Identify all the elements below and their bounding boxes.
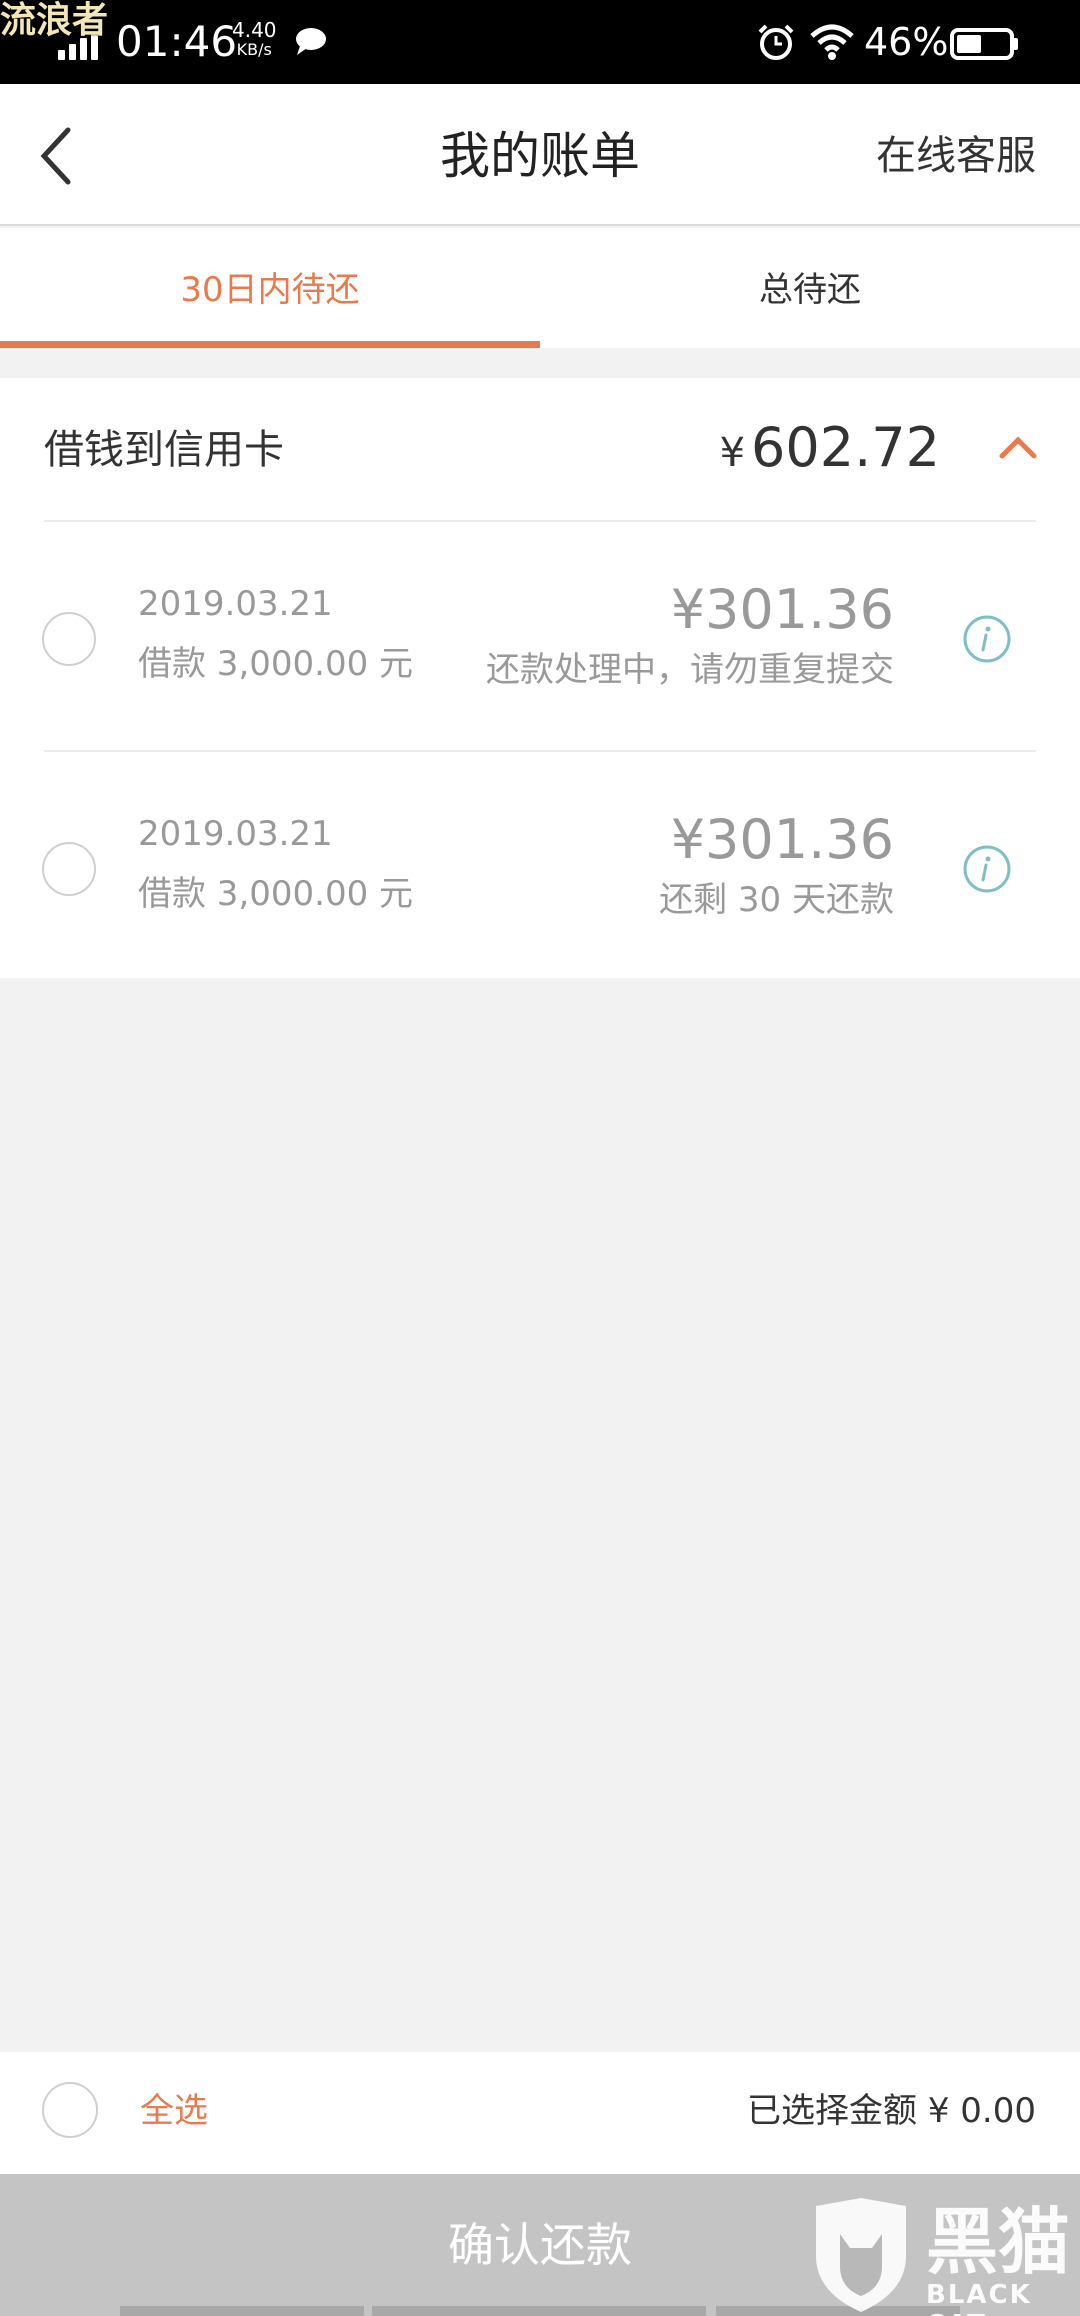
info-icon[interactable] bbox=[962, 614, 1012, 664]
status-bar: 流浪者 01:46 4.40 KB/s 46% bbox=[0, 0, 1080, 84]
chevron-up-icon[interactable] bbox=[996, 432, 1040, 462]
black-cat-shield-icon bbox=[816, 2198, 906, 2312]
tab-bar: 30日内待还 总待还 bbox=[0, 228, 1080, 348]
bill-loan-amount: 借款 3,000.00 元 bbox=[138, 874, 414, 914]
bill-group-total-value: 602.72 bbox=[751, 416, 940, 479]
online-service-link[interactable]: 在线客服 bbox=[876, 128, 1036, 184]
bill-date: 2019.03.21 bbox=[138, 814, 333, 854]
bill-group-title: 借钱到信用卡 bbox=[44, 427, 284, 473]
bill-row[interactable]: 2019.03.21 借款 3,000.00 元 ¥301.36 还剩 30 天… bbox=[0, 752, 1080, 980]
bill-amount: ¥301.36 bbox=[670, 578, 894, 641]
watermark-text: 流浪者 bbox=[0, 0, 109, 41]
bill-date: 2019.03.21 bbox=[138, 584, 333, 624]
black-cat-logo-text: 黑猫 bbox=[926, 2200, 1071, 2284]
info-icon[interactable] bbox=[962, 844, 1012, 894]
bill-select-radio[interactable] bbox=[42, 842, 96, 896]
wifi-icon bbox=[810, 24, 854, 60]
bill-select-radio[interactable] bbox=[42, 612, 96, 666]
network-speed: 4.40 KB/s bbox=[232, 20, 277, 60]
selected-amount: 已选择金额 ¥ 0.00 bbox=[747, 2091, 1036, 2131]
bill-group-total: ¥602.72 bbox=[720, 414, 940, 487]
bill-group: 借钱到信用卡 ¥602.72 2019.03.21 借款 3,000.00 元 … bbox=[0, 378, 1080, 978]
battery-icon bbox=[950, 28, 1018, 60]
black-cat-watermark: 黑猫 BLACK CAT bbox=[806, 2196, 1080, 2316]
chat-bubble-icon bbox=[296, 28, 326, 55]
alarm-icon bbox=[758, 24, 794, 60]
tab-total[interactable]: 总待还 bbox=[540, 228, 1080, 348]
bill-status: 还剩 30 天还款 bbox=[659, 880, 894, 920]
bill-loan-amount: 借款 3,000.00 元 bbox=[138, 644, 414, 684]
battery-percent: 46% bbox=[864, 20, 949, 64]
status-time: 01:46 bbox=[116, 17, 238, 66]
nav-strip bbox=[372, 2306, 706, 2316]
app-header: 我的账单 在线客服 bbox=[0, 84, 1080, 226]
active-tab-indicator bbox=[0, 341, 540, 348]
bill-group-header[interactable]: 借钱到信用卡 ¥602.72 bbox=[0, 378, 1080, 520]
select-all-label[interactable]: 全选 bbox=[140, 2086, 208, 2136]
select-all-radio[interactable] bbox=[42, 2082, 98, 2138]
select-bar: 全选 已选择金额 ¥ 0.00 bbox=[0, 2052, 1080, 2174]
nav-strip bbox=[120, 2306, 364, 2316]
bill-row[interactable]: 2019.03.21 借款 3,000.00 元 ¥301.36 还款处理中，请… bbox=[0, 522, 1080, 750]
network-speed-unit: KB/s bbox=[236, 40, 272, 59]
tab-30-days[interactable]: 30日内待还 bbox=[0, 228, 540, 348]
currency-symbol: ¥ bbox=[719, 430, 746, 476]
bill-amount: ¥301.36 bbox=[670, 808, 894, 871]
black-cat-logo-subtext: BLACK CAT bbox=[926, 2280, 1032, 2316]
network-speed-value: 4.40 bbox=[232, 18, 277, 42]
bill-status: 还款处理中，请勿重复提交 bbox=[486, 650, 894, 690]
